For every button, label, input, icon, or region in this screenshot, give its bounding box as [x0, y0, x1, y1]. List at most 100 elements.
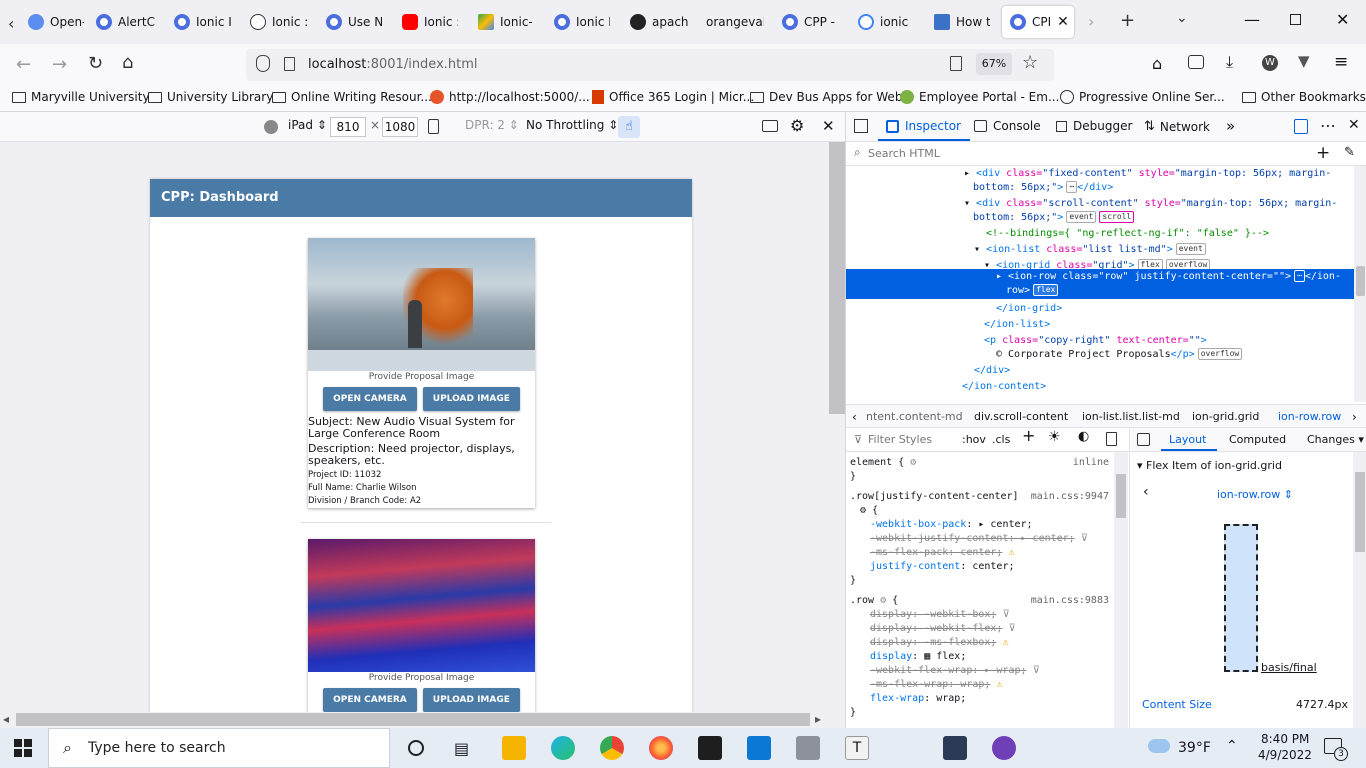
github-desktop-icon[interactable] [992, 736, 1016, 760]
dark-scheme-icon[interactable]: ◐ [1078, 430, 1089, 444]
tab-layout[interactable]: Layout [1169, 433, 1206, 446]
start-windows-icon[interactable] [14, 739, 32, 757]
tab-item[interactable]: Ionic : [402, 6, 458, 38]
taskbar-search-input[interactable]: Type here to search [88, 740, 226, 756]
eyedropper-icon[interactable]: ✎ [1344, 145, 1355, 160]
breadcrumb-left-icon[interactable]: ‹ [852, 410, 857, 424]
tab-item[interactable]: apach [630, 6, 688, 38]
tab-scroll-left-icon[interactable]: ‹ [8, 14, 14, 33]
rotate-icon[interactable] [428, 119, 439, 134]
typora-icon[interactable]: T [845, 736, 869, 760]
bookmark-item[interactable]: Online Writing Resour... [272, 90, 432, 104]
scroll-left-icon[interactable]: ◂ [3, 712, 9, 726]
rules-scrollbar[interactable] [1114, 452, 1128, 728]
bookmark-item[interactable]: University Library [148, 90, 273, 104]
flex-back-icon[interactable]: ‹ [1143, 484, 1149, 500]
dock-icon[interactable] [1294, 119, 1308, 134]
markup-line[interactable]: </ion-content> [962, 379, 1046, 395]
account-icon[interactable]: W [1262, 55, 1278, 71]
weather-cloud-icon[interactable] [1148, 739, 1170, 753]
rule-line[interactable]: .row ⚙ { [850, 594, 898, 608]
tab-changes[interactable]: Changes ▾ [1307, 433, 1364, 446]
tab-item[interactable]: ionic [858, 6, 914, 38]
rule-line[interactable]: element { ⚙ [850, 456, 916, 470]
rule-line[interactable]: .row[justify-content-center] [850, 490, 1019, 504]
extension-icon[interactable]: ⌂ [1152, 54, 1162, 73]
rule-decl[interactable]: flex-wrap: wrap; [870, 692, 966, 706]
tab-item[interactable]: AlertC [96, 6, 156, 38]
bookmark-item[interactable]: Office 365 Login | Micr... [592, 90, 754, 104]
markup-line[interactable]: © Corporate Project Proposals</p> overflo… [996, 347, 1243, 363]
throttling-select[interactable]: No Throttling ⇕ [526, 118, 618, 132]
markup-line-selected[interactable]: row> flex [1006, 284, 1059, 298]
page-info-icon[interactable] [284, 57, 295, 71]
bookmark-item[interactable]: Progressive Online Ser... [1060, 90, 1225, 104]
tab-item[interactable]: Open- [28, 6, 84, 38]
task-view-icon[interactable]: ▤ [454, 739, 469, 758]
tab-debugger[interactable]: Debugger [1056, 119, 1132, 133]
flex-item-header[interactable]: ▾ Flex Item of ion-grid.grid [1137, 459, 1282, 472]
vertical-scroll-thumb[interactable] [829, 142, 845, 414]
markup-scroll-thumb[interactable] [1356, 266, 1365, 296]
print-media-icon[interactable] [1106, 432, 1117, 446]
layout-scroll-thumb[interactable] [1355, 472, 1365, 552]
screenshot-icon[interactable] [762, 120, 778, 132]
tab-item[interactable]: Ionic I [174, 6, 232, 38]
filter-styles-input[interactable]: Filter Styles [868, 433, 932, 447]
zoom-level-badge[interactable]: 67% [976, 53, 1012, 75]
tab-item[interactable]: Use N [326, 6, 382, 38]
tab-item[interactable]: Ionic : [250, 6, 308, 38]
list-tabs-icon[interactable]: ⌄ [1176, 10, 1188, 26]
tab-scroll-right-icon[interactable]: › [1088, 12, 1094, 31]
markup-scrollbar[interactable] [1354, 166, 1366, 402]
rule-decl[interactable]: -ms-flex-pack: center; ⚠ [870, 546, 1015, 560]
selected-node[interactable]: ▸ <ion-row class="row" justify-content-c… [846, 269, 1354, 299]
breadcrumb-item-selected[interactable]: ion-row.row [1278, 410, 1341, 423]
hov-toggle[interactable]: :hov [962, 433, 986, 447]
upload-image-button[interactable]: UPLOAD IMAGE [422, 387, 520, 411]
dpr-select[interactable]: DPR: 2 ⇕ [465, 118, 519, 132]
tab-inspector[interactable]: Inspector [886, 119, 961, 133]
markup-line[interactable]: ▾ <ion-list class="list list-md"> event [974, 242, 1206, 258]
viewport-height-input[interactable]: 1080 [382, 117, 418, 137]
chrome-icon[interactable] [600, 736, 624, 760]
markup-line[interactable]: <!--bindings={ "ng-reflect-ng-if": "fals… [986, 226, 1269, 242]
bookmark-item[interactable]: Maryville University [12, 90, 150, 104]
downloads-icon[interactable]: ⤓ [1226, 52, 1233, 72]
clock-date[interactable]: 4/9/2022 [1258, 748, 1312, 762]
breadcrumb-item[interactable]: ntent.content-md [866, 410, 963, 423]
rule-decl[interactable]: -ms-flex-wrap: wrap; ⚠ [870, 678, 1002, 692]
other-bookmarks[interactable]: Other Bookmarks [1242, 90, 1366, 104]
rule-decl[interactable]: display: -webkit-flex; ⊽ [870, 622, 1016, 636]
shield-icon[interactable] [256, 55, 270, 72]
markup-line[interactable]: </div> [974, 363, 1010, 379]
tab-network[interactable]: ⇅ Network [1144, 119, 1210, 134]
terminal-icon[interactable] [698, 736, 722, 760]
close-devtools-icon[interactable]: ✕ [1348, 117, 1360, 133]
reader-view-icon[interactable] [950, 56, 962, 71]
close-window-icon[interactable]: ✕ [1336, 10, 1349, 29]
bookmark-item[interactable]: http://localhost:5000/... [430, 90, 590, 104]
cortana-icon[interactable] [408, 740, 424, 756]
more-tabs-icon[interactable]: » [1226, 117, 1235, 135]
url-text[interactable]: localhost:8001/index.html [308, 57, 478, 72]
horizontal-scroll-thumb[interactable] [16, 713, 810, 726]
close-rdm-icon[interactable]: ✕ [822, 117, 835, 135]
minimize-icon[interactable]: — [1244, 10, 1260, 29]
vue-devtools-icon[interactable]: ▼ [1298, 52, 1310, 70]
database-icon[interactable] [796, 736, 820, 760]
open-camera-button[interactable]: OPEN CAMERA [323, 387, 417, 411]
device-select[interactable]: iPad ⇕ [288, 118, 327, 132]
rule-decl[interactable]: display: -ms-flexbox; ⚠ [870, 636, 1009, 650]
url-bar[interactable]: localhost:8001/index.html 67% ☆ [246, 49, 1054, 81]
vscode-icon[interactable] [747, 736, 771, 760]
markup-line[interactable]: </ion-grid> [996, 301, 1062, 317]
home-icon[interactable]: ⌂ [122, 52, 133, 73]
settings-gear-icon[interactable]: ⚙ [790, 116, 804, 135]
breadcrumb-right-icon[interactable]: › [1352, 410, 1357, 424]
rule-source[interactable]: main.css:9947 [1031, 490, 1109, 504]
tray-expand-icon[interactable]: ⌃ [1226, 738, 1238, 754]
app-icon[interactable] [943, 736, 967, 760]
rule-decl[interactable]: display: ▦ flex; [870, 650, 966, 664]
tab-console[interactable]: Console [974, 119, 1041, 133]
